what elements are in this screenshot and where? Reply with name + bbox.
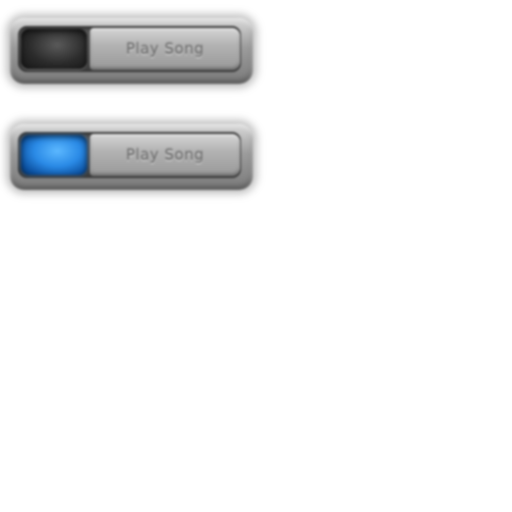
play-song-button-off[interactable]: Play Song xyxy=(10,18,253,84)
button-label: Play Song xyxy=(125,40,205,58)
play-song-button-on[interactable]: Play Song xyxy=(10,124,253,190)
indicator-light-off xyxy=(21,29,87,69)
label-plate: Play Song xyxy=(90,28,240,70)
button-label: Play Song xyxy=(125,146,205,164)
indicator-light-on xyxy=(21,135,87,175)
label-plate: Play Song xyxy=(90,134,240,176)
